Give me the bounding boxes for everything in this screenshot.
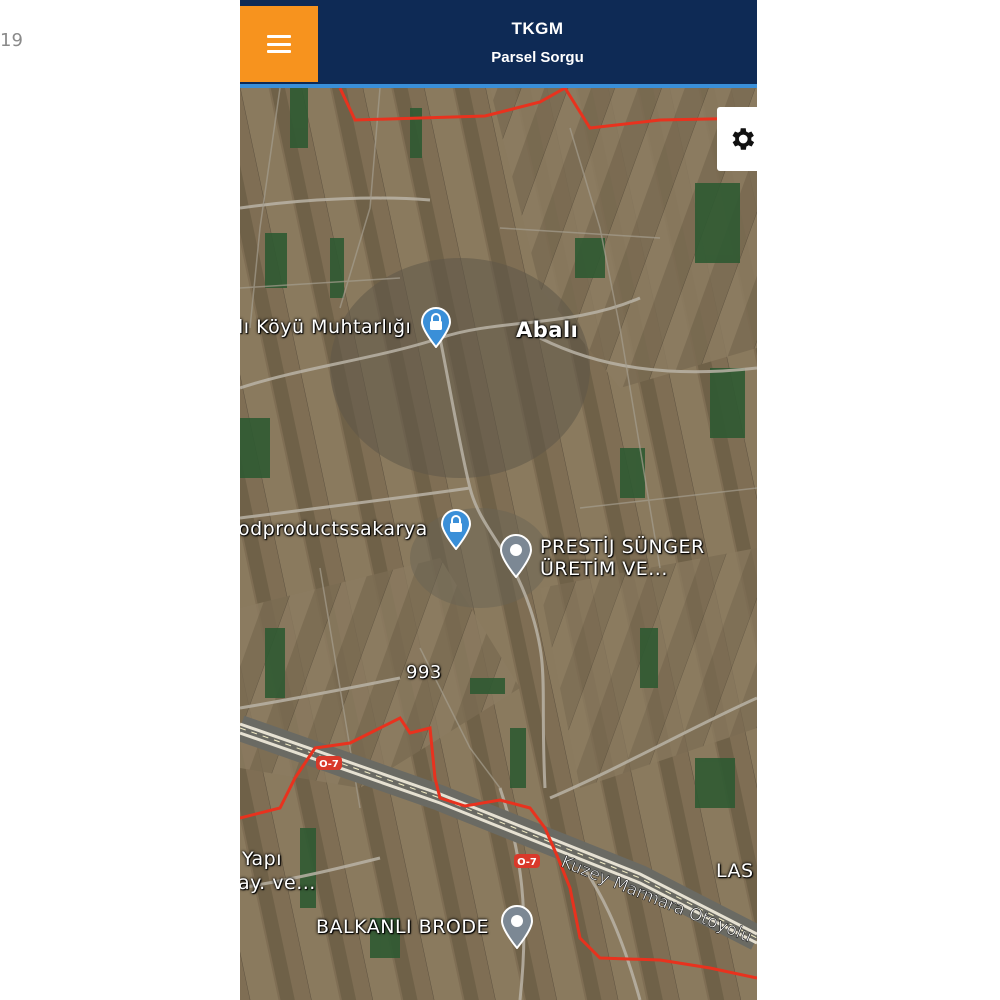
gear-icon bbox=[732, 128, 755, 150]
header-divider bbox=[240, 84, 757, 88]
app-title: TKGM bbox=[511, 18, 564, 38]
road-shield-o7-2: O-7 bbox=[514, 854, 540, 868]
label-yapi-line2[interactable]: ay. ve... bbox=[240, 872, 316, 894]
stray-number: 19 bbox=[0, 30, 23, 51]
label-prestij-line2[interactable]: ÜRETİM VE... bbox=[540, 558, 668, 580]
location-pin-icon[interactable] bbox=[499, 534, 533, 578]
menu-button[interactable] bbox=[240, 6, 318, 82]
road-shield-label-1: O-7 bbox=[319, 759, 339, 770]
label-abali[interactable]: Abalı bbox=[516, 318, 578, 342]
location-pin-icon[interactable] bbox=[500, 905, 534, 949]
lock-pin-icon[interactable] bbox=[439, 508, 473, 550]
label-parcel-993[interactable]: 993 bbox=[406, 662, 442, 683]
road-shield-o7-1: O-7 bbox=[316, 756, 342, 770]
phone-screen: O-7 O-7 Kuzey Marmara Otoyolu TKGM Parse… bbox=[240, 0, 757, 1000]
hamburger-menu-icon bbox=[267, 35, 291, 53]
app-subtitle: Parsel Sorgu bbox=[491, 48, 584, 66]
header-titles: TKGM Parsel Sorgu bbox=[318, 0, 757, 84]
label-prestij-line1[interactable]: PRESTİJ SÜNGER bbox=[540, 536, 705, 558]
lock-pin-icon[interactable] bbox=[419, 306, 453, 348]
label-muhtarlik[interactable]: lı Köyü Muhtarlığı bbox=[240, 316, 411, 338]
label-yapi-line1[interactable]: Yapı bbox=[242, 848, 282, 870]
label-woodproducts[interactable]: odproductssakarya bbox=[240, 518, 428, 540]
label-las[interactable]: LAS bbox=[716, 860, 754, 882]
app-header: TKGM Parsel Sorgu bbox=[240, 0, 757, 84]
road-shield-label-2: O-7 bbox=[517, 857, 537, 868]
label-balkanli[interactable]: BALKANLI BRODE bbox=[316, 916, 489, 938]
settings-button[interactable] bbox=[717, 107, 757, 171]
